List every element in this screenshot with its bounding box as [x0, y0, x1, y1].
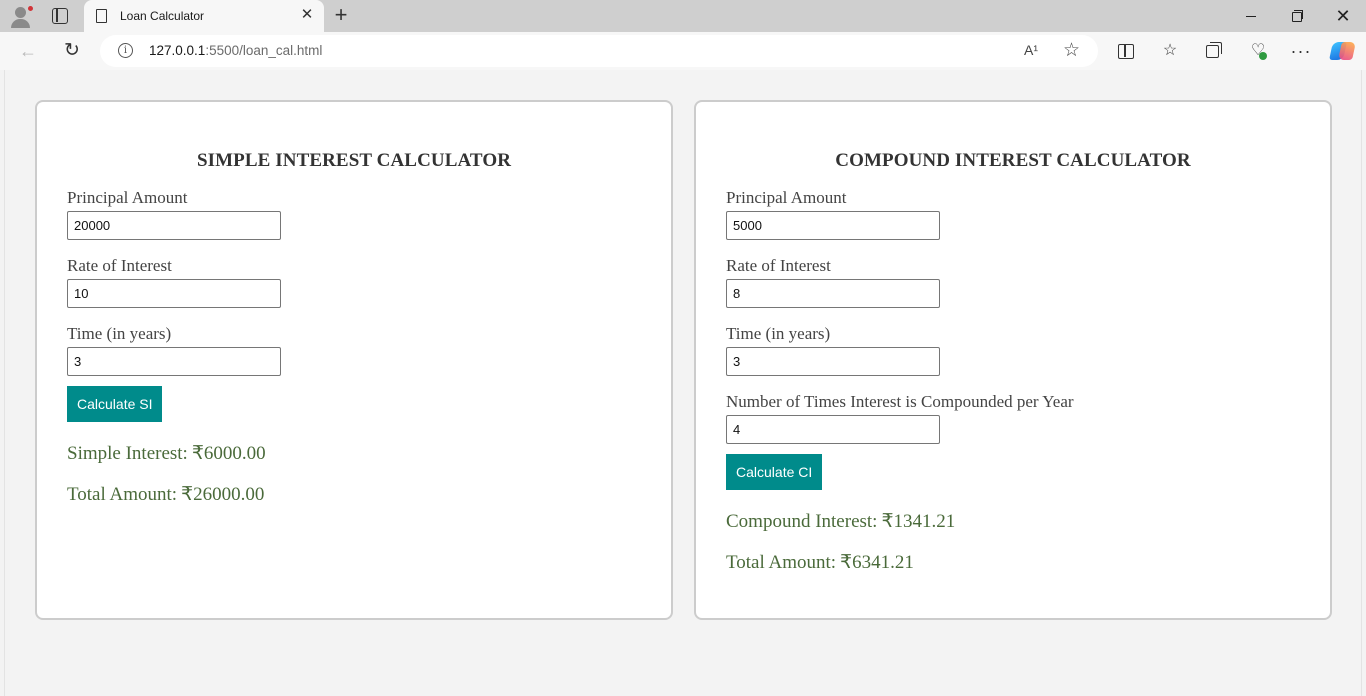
compound-interest-label: Compound Interest:	[726, 511, 878, 532]
tab-actions-icon[interactable]	[52, 8, 68, 24]
address-bar[interactable]: i 127.0.0.1:5500/loan_cal.html A¹ ☆	[100, 35, 1098, 67]
collections-icon[interactable]	[1202, 39, 1226, 63]
rate-input[interactable]	[726, 279, 940, 308]
close-window-icon[interactable]: ✕	[1328, 4, 1358, 28]
calculate-si-button[interactable]: Calculate SI	[67, 386, 163, 422]
simple-interest-title: SIMPLE INTEREST CALCULATOR	[196, 150, 512, 171]
reload-icon[interactable]: ↻	[60, 39, 84, 63]
simple-interest-label: Simple Interest:	[67, 443, 188, 464]
favorite-star-icon[interactable]: ☆	[1063, 39, 1080, 62]
url-text: 127.0.0.1:5500/loan_cal.html	[149, 43, 322, 58]
page-icon	[96, 9, 107, 23]
time-label: Time (in years)	[726, 324, 831, 343]
rate-label: Rate of Interest	[726, 256, 831, 275]
browser-tab-strip: Loan Calculator ✕ + ✕	[0, 0, 1366, 32]
simple-interest-result: Simple Interest: ₹6000.00	[67, 442, 641, 465]
browser-essentials-icon[interactable]: ♡	[1246, 39, 1270, 63]
url-path: :5500/loan_cal.html	[205, 43, 323, 58]
browser-toolbar: ← ↻ i 127.0.0.1:5500/loan_cal.html A¹ ☆ …	[0, 32, 1366, 70]
rate-label: Rate of Interest	[67, 256, 172, 275]
status-badge	[1259, 52, 1267, 60]
time-input[interactable]	[67, 347, 281, 376]
minimize-icon[interactable]	[1236, 4, 1266, 28]
new-tab-icon[interactable]: +	[331, 4, 351, 26]
restore-icon[interactable]	[1282, 4, 1312, 28]
compound-interest-value: ₹1341.21	[881, 511, 956, 532]
close-tab-icon[interactable]: ✕	[298, 6, 316, 24]
favorites-icon[interactable]: ☆	[1158, 39, 1182, 63]
compounding-frequency-input[interactable]	[726, 415, 940, 444]
page-viewport: SIMPLE INTEREST CALCULATOR Principal Amo…	[4, 70, 1362, 696]
profile-avatar-icon[interactable]	[9, 5, 34, 28]
copilot-icon[interactable]	[1329, 40, 1356, 62]
compound-total-result: Total Amount: ₹6341.21	[726, 551, 1300, 574]
rate-input[interactable]	[67, 279, 281, 308]
total-amount-value: ₹26000.00	[181, 484, 265, 505]
simple-interest-card: SIMPLE INTEREST CALCULATOR Principal Amo…	[35, 100, 673, 620]
time-label: Time (in years)	[67, 324, 172, 343]
back-arrow-icon[interactable]: ←	[16, 39, 40, 63]
notification-dot	[27, 5, 34, 12]
total-amount-label: Total Amount:	[726, 552, 837, 573]
simple-total-result: Total Amount: ₹26000.00	[67, 483, 641, 506]
principal-label: Principal Amount	[67, 188, 188, 207]
split-screen-icon[interactable]	[1113, 39, 1137, 63]
time-input[interactable]	[726, 347, 940, 376]
total-amount-label: Total Amount:	[67, 484, 178, 505]
calculate-ci-button[interactable]: Calculate CI	[726, 454, 823, 490]
total-amount-value: ₹6341.21	[840, 552, 914, 573]
simple-interest-value: ₹6000.00	[191, 443, 266, 464]
principal-input[interactable]	[726, 211, 940, 240]
principal-label: Principal Amount	[726, 188, 847, 207]
compound-interest-result: Compound Interest: ₹1341.21	[726, 510, 1300, 533]
compound-interest-card: COMPOUND INTEREST CALCULATOR Principal A…	[694, 100, 1332, 620]
compounding-frequency-label: Number of Times Interest is Compounded p…	[726, 392, 1074, 411]
tab-title: Loan Calculator	[120, 9, 205, 23]
tab-loan-calculator[interactable]: Loan Calculator ✕	[84, 0, 324, 32]
url-host: 127.0.0.1	[149, 43, 206, 58]
site-info-icon[interactable]: i	[118, 43, 133, 58]
compound-interest-title: COMPOUND INTEREST CALCULATOR	[835, 150, 1191, 171]
principal-input[interactable]	[67, 211, 281, 240]
read-aloud-icon[interactable]: A¹	[1024, 42, 1038, 58]
more-options-icon[interactable]: ···	[1289, 39, 1313, 63]
